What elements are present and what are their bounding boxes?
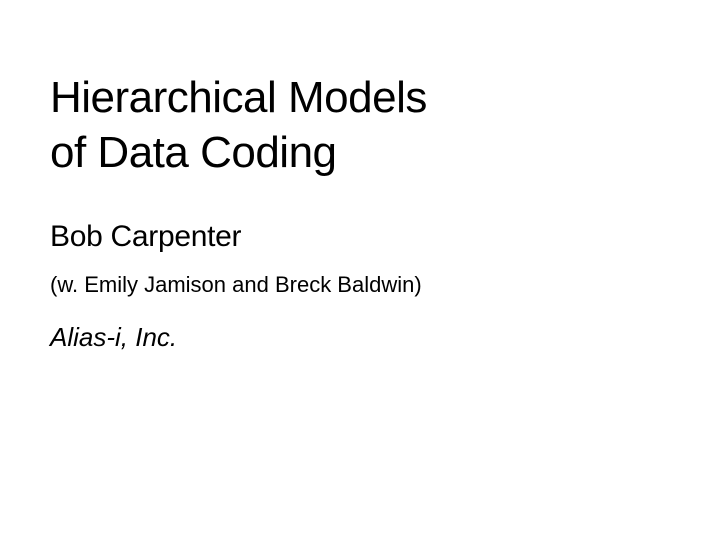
author-name: Bob Carpenter [50,220,670,254]
title-line-1: Hierarchical Models [50,70,670,125]
title-line-2: of Data Coding [50,125,670,180]
coauthors: (w. Emily Jamison and Breck Baldwin) [50,272,670,298]
slide-title: Hierarchical Models of Data Coding [50,70,670,180]
affiliation: Alias-i, Inc. [50,322,670,353]
